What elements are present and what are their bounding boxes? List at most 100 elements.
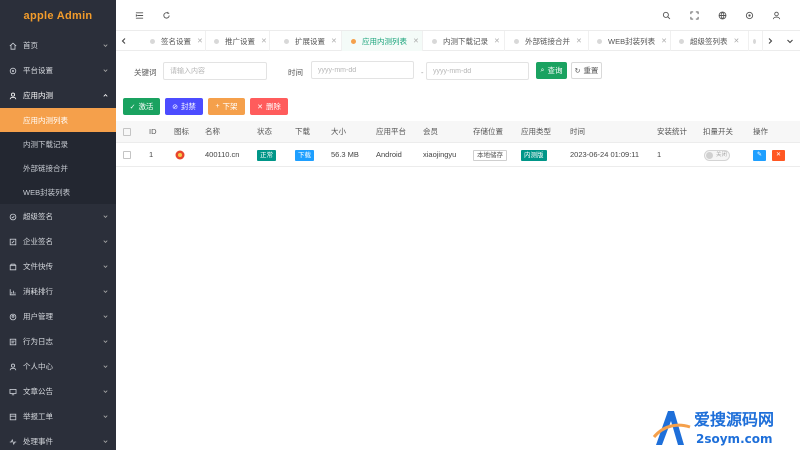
tab-dot <box>351 38 356 44</box>
sidebar-item-label: 首页 <box>23 41 38 50</box>
close-icon[interactable]: ✕ <box>331 37 337 45</box>
col-header-actions[interactable]: 操作 <box>753 121 768 143</box>
reset-button[interactable]: ↻ 重置 <box>571 62 602 79</box>
sidebar-item-label: 应用内测 <box>23 91 53 100</box>
col-header-installs[interactable]: 安装统计 <box>657 121 687 143</box>
tab-app-list[interactable]: 应用内测列表 ✕ <box>342 31 423 51</box>
sidebar-item-handle-events[interactable]: 处理事件 <box>0 429 116 450</box>
deduct-toggle[interactable]: 关闭 <box>704 143 730 167</box>
ban-button[interactable]: ⊘ 封禁 <box>165 98 203 115</box>
close-icon[interactable]: ✕ <box>576 37 582 45</box>
gear-icon[interactable] <box>744 10 754 20</box>
refresh-icon[interactable] <box>161 10 171 20</box>
log-icon <box>9 338 17 346</box>
fullscreen-icon[interactable] <box>689 10 699 20</box>
tab-extension-settings[interactable]: 扩展设置 ✕ <box>270 31 342 51</box>
col-header-icon[interactable]: 图标 <box>174 121 189 143</box>
close-icon[interactable]: ✕ <box>413 37 419 45</box>
tab-link-merge[interactable]: 外部链接合并 ✕ <box>505 31 589 51</box>
sidebar-item-app-beta[interactable]: 应用内测 <box>0 83 116 108</box>
top-header <box>116 0 800 31</box>
take-down-button[interactable]: + 下架 <box>208 98 245 115</box>
sidebar-item-label: 行为日志 <box>23 337 53 346</box>
sidebar-item-announcements[interactable]: 文章公告 <box>0 379 116 404</box>
sidebar-item-personal-center[interactable]: 个人中心 <box>0 354 116 379</box>
date-end-input[interactable] <box>426 62 529 80</box>
tab-scroll-right-icon[interactable] <box>762 31 778 51</box>
sidebar-item-consumption-ranking[interactable]: 消耗排行 <box>0 279 116 304</box>
tab-web-wrap[interactable]: WEB封装列表 ✕ <box>589 31 671 51</box>
menu-collapse-icon[interactable] <box>134 10 144 20</box>
close-icon[interactable]: ✕ <box>494 37 500 45</box>
sidebar-item-home[interactable]: 首页 <box>0 33 116 58</box>
chevron-down-icon <box>103 440 108 443</box>
sidebar-item-report-tickets[interactable]: 举报工单 <box>0 404 116 429</box>
sidebar-item-user-management[interactable]: 用户管理 <box>0 304 116 329</box>
close-icon[interactable]: ✕ <box>734 37 740 45</box>
reset-icon: ↻ <box>574 67 581 75</box>
users-icon <box>9 313 17 321</box>
sidebar-item-super-sign[interactable]: 超级签名 <box>0 204 116 229</box>
col-header-storage[interactable]: 存储位置 <box>473 121 503 143</box>
select-all-checkbox[interactable] <box>123 121 131 143</box>
download-button[interactable]: 下载 <box>295 143 314 167</box>
col-header-download[interactable]: 下载 <box>295 121 310 143</box>
query-button[interactable]: ⌕ 查询 <box>536 62 567 79</box>
tab-dot <box>514 38 519 44</box>
close-icon[interactable]: ✕ <box>197 37 203 45</box>
tab-scroll-left-icon[interactable] <box>116 31 132 51</box>
sidebar-subitem-web-wrap[interactable]: WEB封装列表 <box>0 180 116 204</box>
tab-dot <box>150 38 155 44</box>
delete-icon[interactable]: ✕ <box>772 149 785 161</box>
sidebar-item-label: 平台设置 <box>23 66 53 75</box>
row-actions: ✎ ✕ <box>753 143 791 167</box>
tab-more-dropdown-icon[interactable] <box>782 31 798 51</box>
search-icon[interactable] <box>661 10 671 20</box>
col-header-deduct-switch[interactable]: 扣量开关 <box>703 121 733 143</box>
date-start-input[interactable] <box>311 61 414 79</box>
tab-overflow[interactable] <box>749 31 763 51</box>
tab-super-sign-list[interactable]: 超级签列表 ✕ <box>671 31 749 51</box>
chevron-down-icon <box>103 240 108 243</box>
tab-sign-settings[interactable]: 签名设置 ✕ <box>142 31 206 51</box>
date-range-separator: - <box>421 68 424 77</box>
sidebar-subitem-link-merge[interactable]: 外部链接合并 <box>0 156 116 180</box>
activate-button[interactable]: ✓ 激活 <box>123 98 160 115</box>
sidebar-item-file-transfer[interactable]: 文件快传 <box>0 254 116 279</box>
sidebar-subitem-download-records[interactable]: 内测下载记录 <box>0 132 116 156</box>
sidebar-item-label: 用户管理 <box>23 312 53 321</box>
cell-member: xiaojingyu <box>423 150 457 159</box>
col-header-name[interactable]: 名称 <box>205 121 220 143</box>
col-header-time[interactable]: 时间 <box>570 121 585 143</box>
col-header-type[interactable]: 应用类型 <box>521 121 551 143</box>
tab-strip: 签名设置 ✕ 推广设置 ✕ 扩展设置 ✕ 应用内测列表 ✕ 内测下载记录 ✕ 外… <box>116 31 800 51</box>
sidebar-item-enterprise-sign[interactable]: 企业签名 <box>0 229 116 254</box>
sidebar-subitem-app-list[interactable]: 应用内测列表 <box>0 108 116 132</box>
col-header-size[interactable]: 大小 <box>331 121 346 143</box>
col-header-status[interactable]: 状态 <box>257 121 272 143</box>
tab-dot <box>753 38 756 44</box>
pulse-icon <box>9 438 17 446</box>
close-icon[interactable]: ✕ <box>261 37 267 45</box>
watermark-url: 2soym.com <box>696 432 772 446</box>
table-row: 1 400110.cn 正常 下载 56.3 MB Android xiaoji… <box>116 143 800 167</box>
sidebar-item-behavior-log[interactable]: 行为日志 <box>0 329 116 354</box>
col-header-member[interactable]: 会员 <box>423 121 438 143</box>
delete-button[interactable]: ✕ 删除 <box>250 98 288 115</box>
edit-icon[interactable]: ✎ <box>753 149 766 161</box>
col-header-id[interactable]: ID <box>149 121 157 143</box>
ban-icon: ⊘ <box>172 103 178 111</box>
close-icon[interactable]: ✕ <box>661 37 667 45</box>
app-logo-title[interactable]: apple Admin <box>0 0 116 33</box>
sidebar-item-label: 消耗排行 <box>23 287 53 296</box>
tab-download-records[interactable]: 内测下载记录 ✕ <box>423 31 505 51</box>
globe-icon[interactable] <box>717 10 727 20</box>
tab-promotion-settings[interactable]: 推广设置 ✕ <box>206 31 270 51</box>
col-header-platform[interactable]: 应用平台 <box>376 121 406 143</box>
close-icon: ✕ <box>257 103 263 111</box>
keyword-input[interactable] <box>163 62 267 80</box>
row-checkbox[interactable] <box>123 143 131 167</box>
sidebar-item-platform-settings[interactable]: 平台设置 <box>0 58 116 83</box>
user-avatar-icon[interactable] <box>771 10 781 20</box>
gear-icon <box>9 67 17 75</box>
